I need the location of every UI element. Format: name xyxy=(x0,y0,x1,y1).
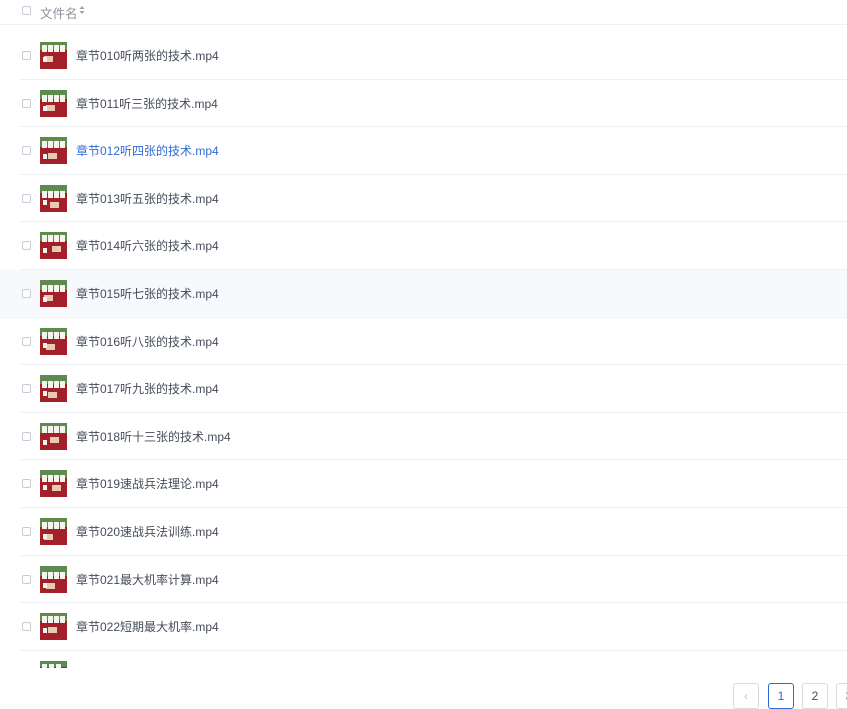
row-checkbox[interactable] xyxy=(22,526,31,536)
file-row[interactable]: 章节013听五张的技术.mp4 xyxy=(20,175,847,223)
page-1-button[interactable]: 1 xyxy=(768,683,794,709)
file-name-link[interactable]: 章节021最大机率计算.mp4 xyxy=(76,571,219,588)
row-checkbox[interactable] xyxy=(22,384,31,394)
video-thumbnail xyxy=(40,517,67,545)
file-row[interactable]: 章节014听六张的技术.mp4 xyxy=(20,222,847,270)
select-all-checkbox[interactable] xyxy=(22,6,31,15)
video-thumbnail xyxy=(40,137,67,165)
file-row[interactable]: 章节010听两张的技术.mp4 xyxy=(20,32,847,80)
video-thumbnail xyxy=(40,565,67,593)
row-checkbox[interactable] xyxy=(22,622,31,632)
row-checkbox[interactable] xyxy=(22,146,31,156)
file-row[interactable]: 章节015听七张的技术.mp4 xyxy=(0,269,847,318)
filename-column-header[interactable]: 文件名 xyxy=(40,3,78,22)
file-row[interactable]: 章节019速战兵法理论.mp4 xyxy=(20,460,847,508)
file-name-link[interactable]: 章节018听十三张的技术.mp4 xyxy=(76,428,231,445)
row-checkbox[interactable] xyxy=(22,479,31,489)
file-name-link[interactable]: 章节019速战兵法理论.mp4 xyxy=(76,475,219,492)
file-row[interactable]: 章节020速战兵法训练.mp4 xyxy=(20,508,847,556)
file-row[interactable]: 章节022短期最大机率.mp4 xyxy=(20,603,847,651)
row-checkbox[interactable] xyxy=(22,431,31,441)
video-thumbnail xyxy=(40,184,67,212)
row-checkbox[interactable] xyxy=(22,336,31,346)
video-thumbnail xyxy=(40,422,67,450)
file-name-link[interactable]: 章节015听七张的技术.mp4 xyxy=(76,285,219,302)
video-thumbnail xyxy=(40,279,67,307)
file-name-link[interactable]: 章节011听三张的技术.mp4 xyxy=(76,95,218,112)
file-name-link[interactable]: 章节022短期最大机率.mp4 xyxy=(76,618,219,635)
row-checkbox[interactable] xyxy=(22,241,31,251)
file-name-link[interactable]: 章节010听两张的技术.mp4 xyxy=(76,47,219,64)
prev-page-button[interactable]: ‹ xyxy=(733,683,759,709)
file-row[interactable]: 章节011听三张的技术.mp4 xyxy=(20,80,847,128)
video-thumbnail xyxy=(40,613,67,641)
file-name-link[interactable]: 章节013听五张的技术.mp4 xyxy=(76,190,219,207)
page-3-button[interactable]: 3 xyxy=(836,683,847,709)
file-row[interactable]: 章节017听九张的技术.mp4 xyxy=(20,365,847,413)
file-row[interactable]: 章节012听四张的技术.mp4 xyxy=(20,127,847,175)
video-thumbnail xyxy=(40,470,67,498)
partial-thumbnail xyxy=(40,661,67,668)
file-name-link[interactable]: 章节012听四张的技术.mp4 xyxy=(76,142,219,159)
sort-icon[interactable] xyxy=(79,5,85,15)
file-list-header: 文件名 xyxy=(0,0,847,25)
file-name-link[interactable]: 章节017听九张的技术.mp4 xyxy=(76,380,219,397)
video-thumbnail xyxy=(40,232,67,260)
row-checkbox[interactable] xyxy=(22,288,31,298)
file-name-link[interactable]: 章节020速战兵法训练.mp4 xyxy=(76,523,219,540)
video-thumbnail xyxy=(40,375,67,403)
page-2-button[interactable]: 2 xyxy=(802,683,828,709)
file-name-link[interactable]: 章节016听八张的技术.mp4 xyxy=(76,333,219,350)
file-list: 章节010听两张的技术.mp4 章节011听三张的技术.mp4 章节012听四张… xyxy=(0,32,847,651)
video-thumbnail xyxy=(40,42,67,69)
file-row[interactable]: 章节021最大机率计算.mp4 xyxy=(20,556,847,604)
video-thumbnail xyxy=(40,327,67,355)
row-checkbox[interactable] xyxy=(22,51,31,60)
file-name-link[interactable]: 章节014听六张的技术.mp4 xyxy=(76,237,219,254)
row-checkbox[interactable] xyxy=(22,574,31,584)
row-checkbox[interactable] xyxy=(22,98,31,108)
video-thumbnail xyxy=(40,89,67,117)
file-row[interactable]: 章节016听八张的技术.mp4 xyxy=(20,318,847,366)
row-checkbox[interactable] xyxy=(22,193,31,203)
file-row[interactable]: 章节018听十三张的技术.mp4 xyxy=(20,413,847,461)
